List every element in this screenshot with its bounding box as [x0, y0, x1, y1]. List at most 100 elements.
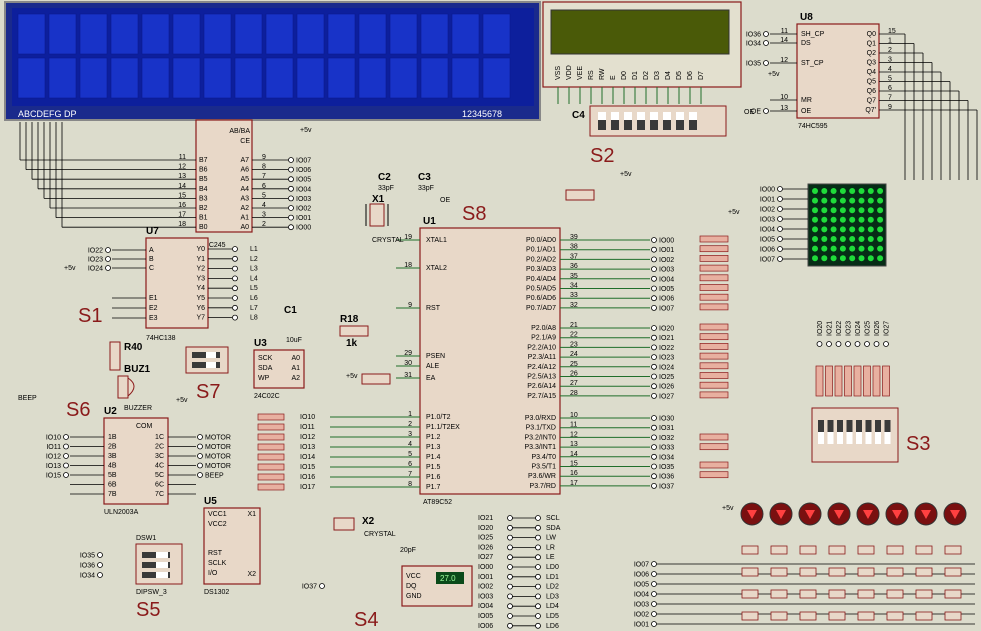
lcd-display-main[interactable]: ABCDEFG DP 12345678 — [4, 1, 541, 121]
temp-net-label-terminal[interactable] — [319, 583, 325, 589]
u1-net-label-terminal[interactable] — [651, 295, 657, 302]
u1-net-label-terminal[interactable] — [651, 334, 657, 341]
bus-terminal[interactable] — [535, 573, 541, 580]
u2-out-label-terminal[interactable] — [197, 472, 203, 478]
u2-net-label-terminal[interactable] — [63, 453, 69, 459]
lcd-character-module[interactable]: VSS VDD VEE RS RW E D0 D1 D2 D3 D4 D5 D6 D7 — [542, 1, 742, 104]
u4-net-label-terminal[interactable] — [288, 157, 294, 163]
chip-u7-74hc138[interactable]: U7 74HC138 ABC E1 E2 E3 IO22 IO23 IO24 Y0 L1 Y1 L2… — [88, 226, 258, 342]
dip-switch-s5[interactable]: DSW1 DIPSW_3 — [135, 535, 183, 596]
matrix-net-label-terminal[interactable] — [777, 226, 783, 232]
temp-sensor[interactable]: 27.0 VCC DQ GND IO37 — [302, 565, 473, 607]
u8-net-label-terminal[interactable] — [763, 31, 769, 37]
led-matrix-8x8[interactable]: IO00 IO01 IO02 IO03 IO04 IO05 IO06 IO07 — [760, 183, 887, 267]
s3-terminal[interactable] — [883, 341, 889, 347]
key-switch[interactable] — [770, 589, 788, 599]
bus-terminal[interactable] — [507, 603, 513, 610]
key-switch[interactable] — [944, 611, 962, 621]
chip-u3-24c02c[interactable]: U3 24C02C SCK SDA WP A0 A1 A2 — [253, 338, 305, 400]
s3-terminal[interactable] — [854, 341, 861, 347]
s3-terminal[interactable] — [864, 341, 870, 347]
u1-net-label-terminal[interactable] — [651, 304, 657, 311]
key-net-label-terminal[interactable] — [651, 601, 657, 607]
u1-net-label-terminal[interactable] — [651, 325, 657, 331]
key-switch[interactable] — [799, 545, 817, 555]
chip-u1-at89c52[interactable]: U1 AT89C52 XTAL119XTAL218RST9PSEN29ALE30… — [330, 216, 650, 506]
dip-switch-s3[interactable] — [811, 407, 899, 463]
bus-terminal[interactable] — [507, 573, 513, 580]
key-switch[interactable] — [741, 545, 759, 555]
u1-net-label-terminal[interactable] — [651, 434, 657, 441]
s3-terminal[interactable] — [873, 341, 880, 347]
u1-net-label-terminal[interactable] — [651, 463, 657, 470]
matrix-net-label-terminal[interactable] — [777, 246, 783, 252]
key-switch[interactable] — [770, 611, 788, 621]
u7-out-terminal[interactable] — [232, 255, 238, 262]
u7-out-terminal[interactable] — [232, 265, 238, 272]
u7-net-label-terminal[interactable] — [105, 247, 111, 253]
u2-out-label-terminal[interactable] — [197, 462, 203, 469]
key-switch[interactable] — [886, 589, 904, 599]
dip-switch-s7[interactable] — [185, 346, 229, 374]
u7-out-terminal[interactable] — [232, 295, 238, 301]
matrix-net-label-terminal[interactable] — [777, 186, 783, 192]
bus-terminal[interactable] — [535, 515, 541, 521]
resistor-reset[interactable] — [361, 373, 391, 385]
bus-terminal[interactable] — [535, 544, 541, 551]
u4-net-label-terminal[interactable] — [288, 176, 294, 183]
bus-terminal[interactable] — [507, 564, 513, 570]
bus-terminal[interactable] — [535, 593, 541, 600]
u5-net-label-terminal[interactable] — [97, 572, 103, 578]
pot-lcd[interactable] — [565, 189, 595, 201]
key-switch[interactable] — [741, 589, 759, 599]
u7-out-terminal[interactable] — [232, 285, 238, 292]
key-switch[interactable] — [828, 589, 846, 599]
resistor-r40[interactable] — [109, 341, 121, 371]
chip-74hc245[interactable]: 74HC245 AB/BACEB711B612B513B414B315B216B… — [19, 119, 311, 249]
u7-out-terminal[interactable] — [232, 304, 238, 311]
u1-net-label-terminal[interactable] — [651, 473, 657, 480]
u7-out-terminal[interactable] — [232, 314, 238, 321]
bus-terminal[interactable] — [535, 554, 541, 561]
key-switch[interactable] — [770, 545, 788, 555]
bus-terminal[interactable] — [507, 593, 513, 600]
bus-terminal[interactable] — [535, 583, 541, 590]
key-switch[interactable] — [857, 567, 875, 577]
u8-net-label-terminal[interactable] — [763, 60, 769, 66]
key-switch[interactable] — [915, 567, 933, 577]
key-switch[interactable] — [770, 567, 788, 577]
u1-net-label-terminal[interactable] — [651, 383, 657, 390]
u7-net-label-terminal[interactable] — [105, 265, 111, 271]
bus-terminal[interactable] — [507, 613, 513, 619]
bus-terminal[interactable] — [535, 534, 541, 541]
u7-net-label-terminal[interactable] — [105, 256, 111, 262]
matrix-net-label-terminal[interactable] — [777, 206, 783, 212]
bus-terminal[interactable] — [535, 524, 541, 531]
u2-net-label-terminal[interactable] — [63, 443, 69, 450]
u2-net-label-terminal[interactable] — [63, 472, 69, 478]
bus-terminal[interactable] — [507, 534, 513, 541]
bus-terminal[interactable] — [507, 622, 513, 629]
bus-terminal[interactable] — [535, 564, 541, 570]
key-switch[interactable] — [944, 567, 962, 577]
u2-net-label-terminal[interactable] — [63, 462, 69, 469]
u1-net-label-terminal[interactable] — [651, 246, 657, 253]
matrix-net-label-terminal[interactable] — [777, 256, 783, 262]
key-switch[interactable] — [857, 589, 875, 599]
bus-terminal[interactable] — [507, 554, 513, 561]
key-switch[interactable] — [944, 589, 962, 599]
key-switch[interactable] — [915, 545, 933, 555]
chip-u8-74hc595[interactable]: U8 74HC595 SH_CP11DS14ST_CP12MR10OE13IO3… — [746, 12, 978, 180]
crystal-x1[interactable] — [365, 203, 389, 227]
u1-net-label-terminal[interactable] — [651, 444, 657, 451]
u1-net-label-terminal[interactable] — [651, 482, 657, 489]
bus-terminal[interactable] — [507, 524, 513, 531]
key-net-label-terminal[interactable] — [651, 561, 657, 567]
bus-terminal[interactable] — [535, 613, 541, 619]
dip-switch-s2[interactable] — [589, 105, 727, 137]
key-net-label-terminal[interactable] — [651, 591, 657, 597]
key-switch[interactable] — [828, 611, 846, 621]
key-switch[interactable] — [828, 545, 846, 555]
key-switch[interactable] — [886, 567, 904, 577]
resistor-r18[interactable] — [339, 325, 369, 337]
